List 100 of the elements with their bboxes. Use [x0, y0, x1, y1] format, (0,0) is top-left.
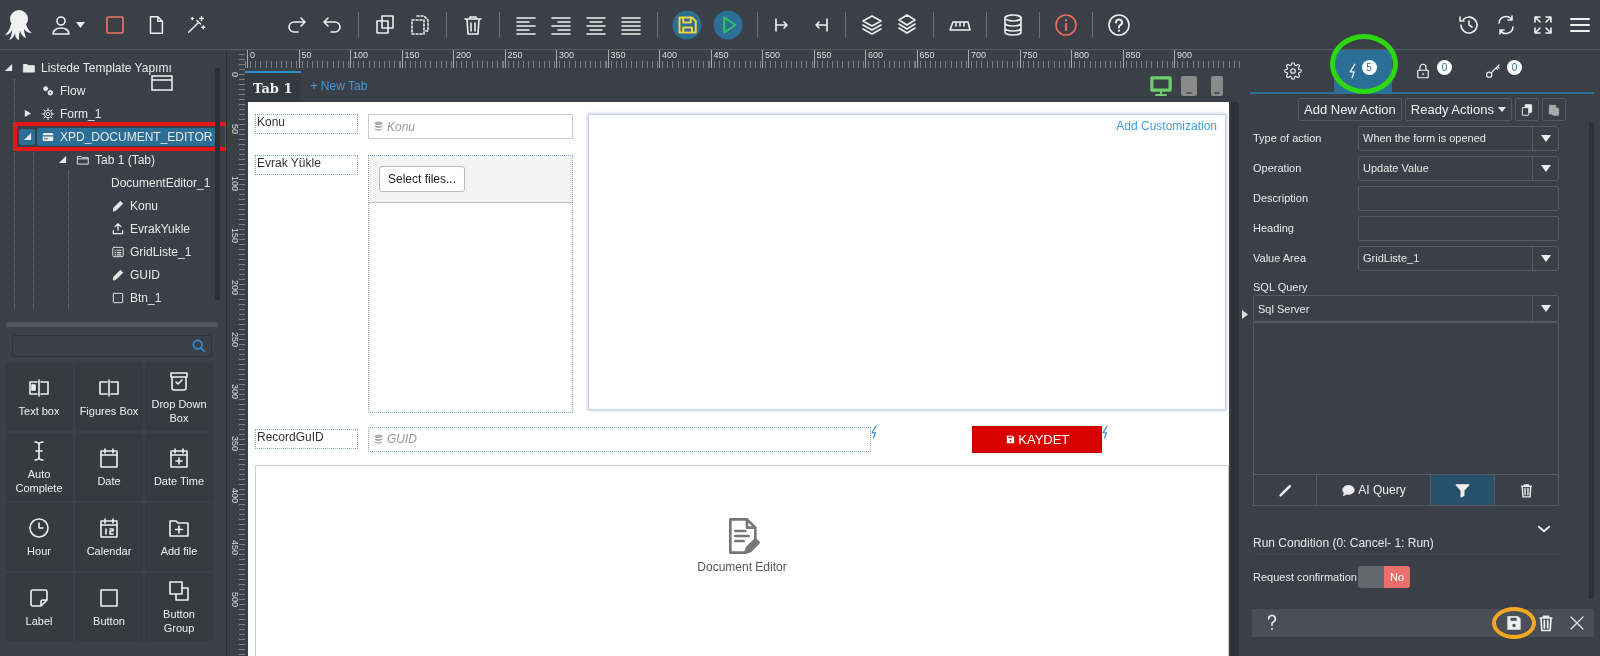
ruler-label: 400 — [661, 50, 679, 60]
ruler-label: 900 — [1176, 50, 1194, 60]
calendar-icon — [97, 446, 121, 470]
scrollbar[interactable] — [215, 68, 220, 300]
caret-icon[interactable] — [76, 21, 85, 28]
info-icon[interactable] — [1054, 12, 1078, 37]
save-icon[interactable] — [672, 9, 702, 40]
dropdown[interactable]: When the form is opened — [1358, 125, 1559, 151]
tree-item[interactable]: XPD_DOCUMENT_EDITOR — [37, 127, 217, 146]
field-label: Value Area — [1253, 252, 1307, 264]
toolbox-item[interactable]: Text box — [5, 363, 73, 431]
ready-actions-dropdown[interactable]: Ready Actions — [1404, 98, 1512, 121]
toolbox-item[interactable]: Figures Box — [75, 363, 143, 431]
text-field[interactable] — [1358, 215, 1559, 241]
properties-tab[interactable]: 0 — [1404, 50, 1462, 92]
field-label: Description — [1253, 192, 1310, 204]
tree-item[interactable]: DocumentEditor_1 — [107, 173, 215, 192]
ruler-label: 350 — [609, 50, 627, 60]
ruler-label: 300 — [558, 50, 576, 60]
caret-icon — [1540, 305, 1551, 312]
copy-icon — [1519, 102, 1534, 117]
tree-item[interactable]: Konu — [107, 196, 163, 215]
tree-item[interactable]: GridListe_1 — [107, 242, 196, 261]
toolbox-item[interactable]: Calendar — [75, 503, 143, 571]
toolbox-item[interactable]: Button — [75, 573, 143, 641]
tree-item[interactable]: Form_1 — [37, 104, 106, 123]
square-icon — [111, 290, 125, 305]
count-badge: 0 — [1437, 59, 1452, 75]
tree-item[interactable]: GUID — [107, 265, 164, 284]
count-badge: 5 — [1361, 59, 1377, 75]
toolbox-item[interactable]: Auto Complete — [5, 433, 73, 501]
ruler-label: 0 — [249, 50, 256, 60]
dashed-copy-icon[interactable] — [408, 12, 432, 37]
toolbox-item[interactable]: Hour — [5, 503, 73, 571]
caret-icon — [1540, 134, 1551, 142]
gear-icon — [41, 106, 55, 121]
text-field[interactable] — [1358, 185, 1559, 211]
collapse-arrow-icon[interactable] — [22, 132, 32, 141]
field-label: SQL Query — [1253, 280, 1309, 295]
lock-icon — [1414, 62, 1432, 80]
tree-item[interactable]: EvrakYukle — [107, 219, 195, 238]
properties-tab[interactable]: 0 — [1474, 50, 1532, 92]
paste-button[interactable] — [1541, 98, 1566, 121]
toolbox-item[interactable]: Button Group — [145, 573, 213, 641]
tab[interactable]: Tab 1 — [245, 71, 301, 102]
play-icon[interactable] — [713, 9, 743, 40]
toolbox-item[interactable]: Date — [75, 433, 143, 501]
filter-button[interactable] — [1431, 475, 1495, 505]
ruler-label: 350 — [230, 436, 240, 452]
octopus-logo[interactable] — [4, 8, 34, 41]
text-field[interactable]: GUID — [368, 426, 871, 452]
field-label: Heading — [1253, 222, 1295, 234]
toolbox-item[interactable]: Label — [5, 573, 73, 641]
ruler-label: 50 — [230, 124, 240, 134]
add-action-button[interactable]: Add New Action — [1298, 98, 1402, 121]
collapse-arrow-icon[interactable] — [3, 63, 13, 72]
delete-icon — [1518, 481, 1535, 499]
tree-item[interactable]: Flow — [37, 81, 90, 100]
copy-icon[interactable] — [373, 12, 397, 37]
ruler-label: 250 — [230, 332, 240, 348]
label-icon — [27, 586, 51, 610]
button-group-icon — [167, 579, 191, 603]
save-button[interactable]: KAYDET — [972, 425, 1103, 453]
caret-icon — [1540, 164, 1551, 172]
ruler-label: 50 — [300, 50, 313, 60]
save-icon[interactable] — [1504, 613, 1524, 633]
dropdown[interactable]: GridListe_1 — [1358, 245, 1559, 271]
ruler-label: 450 — [230, 540, 240, 556]
caret-icon — [1497, 107, 1506, 112]
key-icon — [1484, 62, 1502, 80]
expand-arrow-icon[interactable] — [22, 109, 32, 118]
toolbox-item[interactable]: Drop Down Box — [145, 363, 213, 431]
copy-button[interactable] — [1514, 98, 1539, 121]
magic-wand-icon[interactable] — [185, 13, 207, 36]
tree-item[interactable]: Tab 1 (Tab) — [72, 150, 160, 169]
file-upload-area[interactable]: Select files... — [368, 155, 573, 413]
ruler-label: 100 — [230, 176, 240, 192]
database-icon[interactable] — [1001, 12, 1025, 37]
select-files-button[interactable]: Select files... — [379, 166, 466, 192]
settings-icon — [1284, 62, 1302, 80]
field-label: Operation — [1253, 162, 1303, 174]
splitter-handle[interactable] — [6, 322, 218, 327]
help-icon[interactable] — [1107, 12, 1131, 37]
new-tab-link[interactable]: + New Tab — [300, 79, 378, 102]
layers-icon[interactable] — [895, 12, 919, 37]
field-label: Type of action — [1253, 132, 1323, 144]
ruler-label: 400 — [230, 488, 240, 504]
figures-box-icon — [97, 376, 121, 400]
tree-item[interactable]: Btn_1 — [107, 288, 166, 307]
toolbox-item[interactable]: Date Time — [145, 433, 213, 501]
expand-arrow-icon[interactable] — [1242, 309, 1248, 319]
close-icon[interactable] — [1568, 614, 1586, 632]
toolbox-item[interactable]: Add file — [145, 503, 213, 571]
lightning-icon — [1349, 63, 1357, 79]
dropdown[interactable]: Update Value — [1358, 155, 1559, 181]
tree-item[interactable]: Listede Template Yapımı — [18, 58, 176, 77]
collapse-arrow-icon[interactable] — [57, 155, 67, 164]
layers-icon[interactable] — [860, 12, 884, 37]
search-field[interactable] — [12, 335, 212, 357]
desktop-icon[interactable] — [1149, 74, 1173, 98]
